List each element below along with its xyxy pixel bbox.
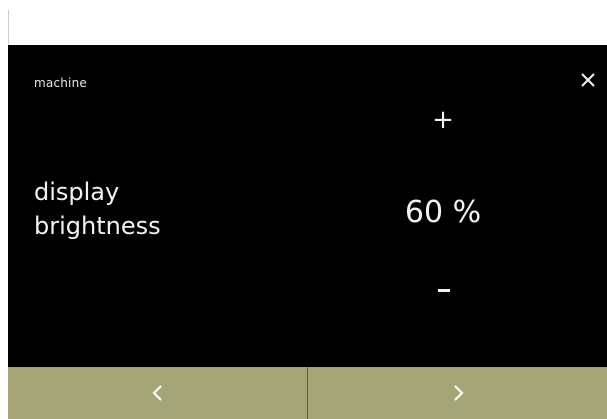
minus-icon: [438, 289, 450, 292]
setting-label-line-2: brightness: [34, 212, 161, 240]
next-button[interactable]: [308, 367, 607, 419]
chevron-right-icon: [453, 385, 464, 401]
left-divider: [8, 10, 9, 46]
close-icon: [581, 73, 595, 87]
setting-label-line-1: display: [34, 178, 120, 206]
settings-screen: machine display brightness + 60 %: [8, 45, 607, 419]
bottom-navigation: [8, 367, 607, 419]
decrease-button[interactable]: [388, 275, 498, 305]
brightness-value: 60 %: [404, 195, 482, 230]
close-button[interactable]: [575, 67, 601, 93]
chevron-left-icon: [151, 385, 162, 401]
increase-button[interactable]: +: [388, 105, 498, 135]
page: machine display brightness + 60 %: [0, 0, 607, 419]
previous-button[interactable]: [8, 367, 307, 419]
breadcrumb: machine: [34, 76, 87, 90]
setting-label: display brightness: [34, 175, 161, 243]
